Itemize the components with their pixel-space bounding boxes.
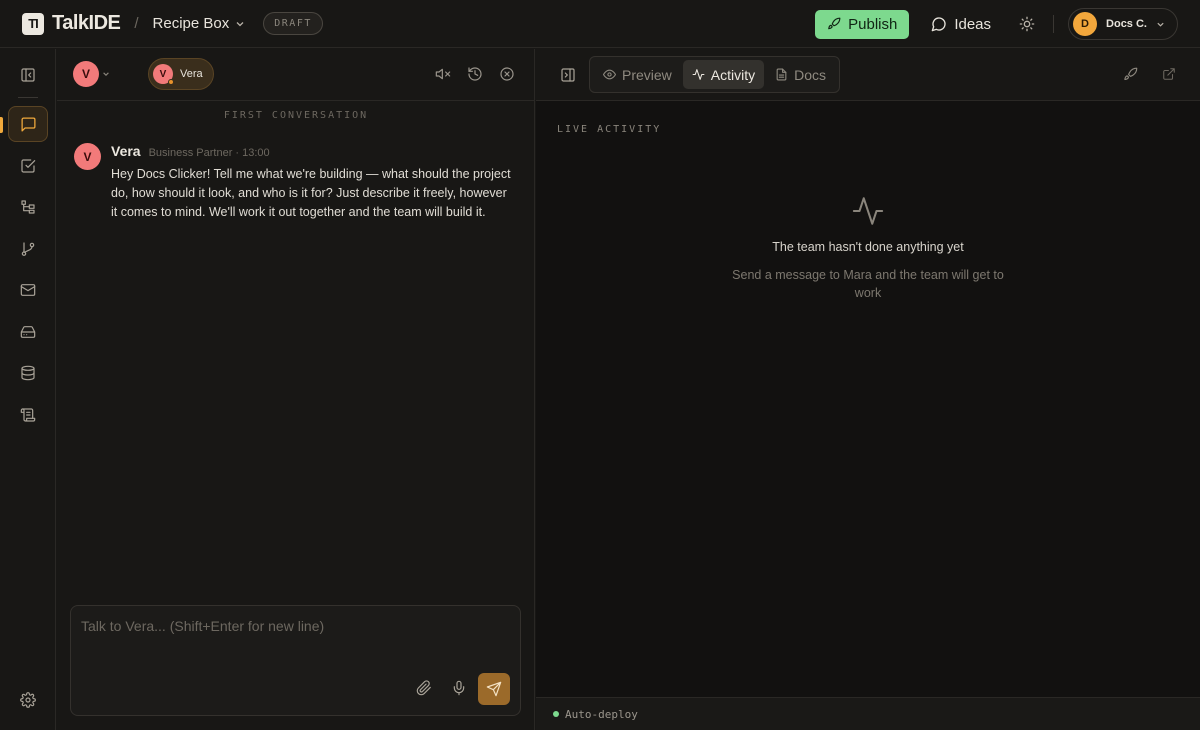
eye-icon xyxy=(603,68,616,81)
message-composer xyxy=(70,605,521,716)
empty-state-subtitle: Send a message to Mara and the team will… xyxy=(732,268,1004,300)
message-text: Hey Docs Clicker! Tell me what we're bui… xyxy=(111,167,511,219)
paperclip-icon[interactable] xyxy=(416,680,432,696)
left-rail xyxy=(0,49,56,730)
empty-state: The team hasn't done anything yet Send a… xyxy=(718,194,1018,302)
rail-item-storage[interactable] xyxy=(8,314,48,350)
status-dot xyxy=(553,711,559,717)
active-indicator xyxy=(0,117,3,133)
empty-state-title: The team hasn't done anything yet xyxy=(772,240,964,254)
top-bar: TI TalkIDE / Recipe Box DRAFT Publish Id… xyxy=(0,0,1200,48)
rocket-icon xyxy=(827,17,841,31)
tab-activity[interactable]: Activity xyxy=(682,60,765,89)
rail-item-database[interactable] xyxy=(8,355,48,391)
avatar-initial: V xyxy=(159,68,167,80)
tab-label: Activity xyxy=(710,66,756,83)
agent-pill-label: Vera xyxy=(180,68,203,80)
chat-header: V V Vera xyxy=(57,49,535,101)
rail-item-scripts[interactable] xyxy=(8,397,48,433)
auto-deploy-status: Auto-deploy xyxy=(565,707,638,721)
rocket-icon[interactable] xyxy=(1123,67,1138,82)
panel-collapse-icon xyxy=(20,67,36,83)
mute-icon[interactable] xyxy=(435,66,451,82)
activity-icon xyxy=(851,194,885,228)
user-menu[interactable]: D Docs C. xyxy=(1068,8,1178,40)
chevron-down-icon xyxy=(102,70,110,78)
speech-bubble-icon xyxy=(931,16,947,32)
message-input[interactable] xyxy=(81,618,511,668)
rail-item-tasks[interactable] xyxy=(8,148,48,184)
message-meta: Business Partner · 13:00 xyxy=(148,147,270,159)
panel-header: Preview Activity Docs xyxy=(536,49,1200,101)
rail-item-mail[interactable] xyxy=(8,272,48,308)
ideas-label: Ideas xyxy=(954,15,992,33)
history-icon[interactable] xyxy=(467,66,483,82)
section-label: LIVE ACTIVITY xyxy=(557,124,662,135)
chevron-down-icon xyxy=(235,19,245,29)
microphone-icon[interactable] xyxy=(451,680,467,696)
status-dot xyxy=(168,79,174,85)
tasks-icon xyxy=(20,158,36,174)
rail-item-settings[interactable] xyxy=(8,682,48,718)
project-name: Recipe Box xyxy=(152,15,230,32)
status-bar: Auto-deploy xyxy=(536,697,1200,730)
status-badge: DRAFT xyxy=(263,12,323,35)
avatar: V xyxy=(73,61,99,87)
tab-docs[interactable]: Docs xyxy=(766,60,835,89)
message-author: Vera xyxy=(111,143,141,159)
publish-button[interactable]: Publish xyxy=(815,9,910,39)
doc-icon xyxy=(775,68,788,81)
theme-toggle[interactable] xyxy=(1019,16,1035,32)
chat-icon xyxy=(20,116,37,133)
structure-icon xyxy=(20,199,36,215)
breadcrumb-separator: / xyxy=(134,15,139,32)
ideas-button[interactable]: Ideas xyxy=(931,16,991,33)
sun-icon xyxy=(1019,16,1035,32)
drive-icon xyxy=(20,324,36,340)
panel-collapse-button[interactable] xyxy=(8,57,48,93)
panel-toggle-icon[interactable] xyxy=(560,67,576,83)
app-name[interactable]: TalkIDE xyxy=(52,12,121,35)
project-selector[interactable]: Recipe Box xyxy=(153,15,246,32)
publish-label: Publish xyxy=(848,15,898,33)
database-icon xyxy=(20,365,36,381)
agent-pill-vera[interactable]: V Vera xyxy=(148,58,214,90)
panel-tabs: Preview Activity Docs xyxy=(589,56,841,93)
tab-preview[interactable]: Preview xyxy=(594,60,681,89)
send-icon xyxy=(486,681,502,697)
rail-item-chat[interactable] xyxy=(8,106,48,142)
settings-icon xyxy=(20,692,36,708)
avatar: V xyxy=(153,64,174,85)
rail-item-structure[interactable] xyxy=(8,189,48,225)
send-button[interactable] xyxy=(478,673,510,705)
external-link-icon[interactable] xyxy=(1162,67,1176,82)
chat-message: V Vera Business Partner · 13:00 Hey Docs… xyxy=(74,143,514,222)
chat-panel: V V Vera FIRST CONVERSATION V Vera Busin… xyxy=(57,49,535,730)
rail-item-branches[interactable] xyxy=(8,231,48,267)
chevron-down-icon xyxy=(1156,20,1165,29)
agent-picker[interactable]: V xyxy=(73,61,110,87)
logo-mark[interactable]: TI xyxy=(22,12,44,35)
tab-label: Docs xyxy=(794,66,827,83)
activity-panel: Preview Activity Docs LIVE ACTIVITY The … xyxy=(536,49,1200,730)
tab-label: Preview xyxy=(622,66,672,83)
activity-icon xyxy=(692,68,705,81)
close-circle-icon[interactable] xyxy=(499,66,515,82)
avatar: D xyxy=(1073,12,1098,36)
divider xyxy=(1053,15,1055,33)
rail-separator xyxy=(18,97,38,98)
mail-icon xyxy=(20,282,36,298)
conversation-label: FIRST CONVERSATION xyxy=(223,110,369,121)
git-branch-icon xyxy=(20,241,36,257)
avatar: V xyxy=(74,143,101,170)
script-icon xyxy=(20,407,36,423)
user-name: Docs C. xyxy=(1106,18,1147,30)
